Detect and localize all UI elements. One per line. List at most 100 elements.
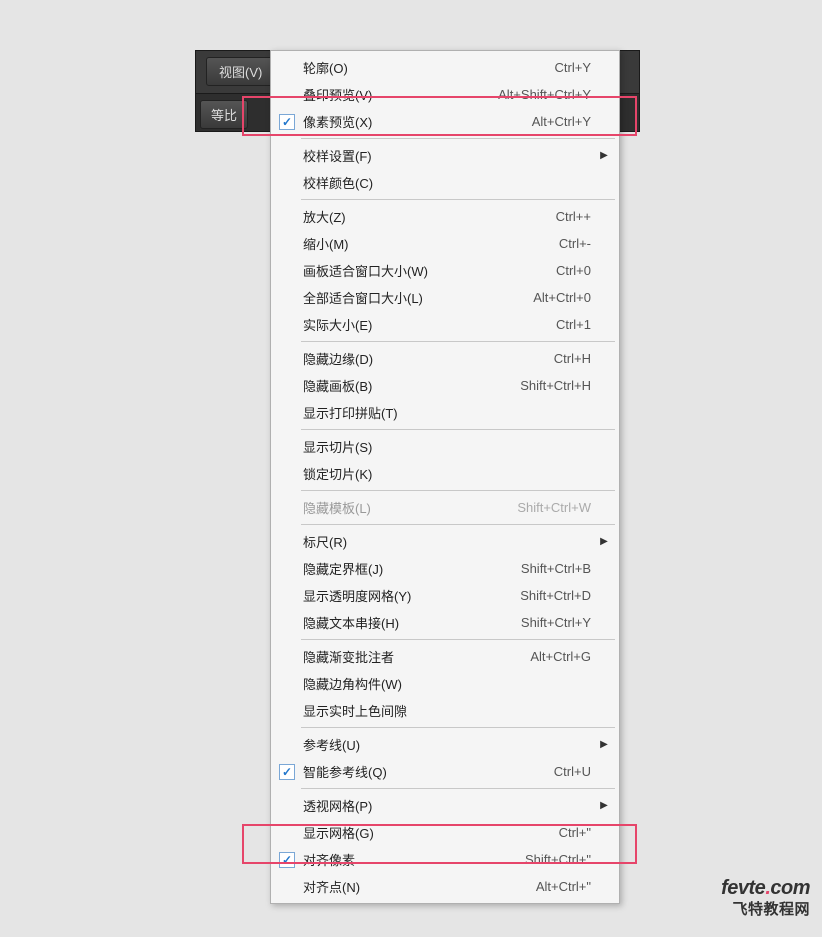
submenu-arrow-icon: ▶ xyxy=(597,739,611,750)
menu-item-label: 校样设置(F) xyxy=(301,146,591,165)
check-column: ✓ xyxy=(273,852,301,868)
menu-item[interactable]: 参考线(U) ▶ xyxy=(273,731,617,758)
view-menu-button[interactable]: 视图(V) xyxy=(206,57,275,86)
menu-item-label: 校样颜色(C) xyxy=(301,173,591,192)
menu-item-shortcut: Ctrl+0 xyxy=(556,263,597,278)
menu-item[interactable]: 轮廓(O)Ctrl+Y xyxy=(273,54,617,81)
menu-item-shortcut: Alt+Ctrl+Y xyxy=(532,114,597,129)
menu-item-shortcut: Ctrl+Y xyxy=(555,60,597,75)
menu-item-label: 智能参考线(Q) xyxy=(301,762,554,781)
menu-item-label: 隐藏定界框(J) xyxy=(301,559,521,578)
menu-item-label: 隐藏画板(B) xyxy=(301,376,520,395)
menu-item[interactable]: 全部适合窗口大小(L)Alt+Ctrl+0 xyxy=(273,284,617,311)
submenu-arrow-icon: ▶ xyxy=(597,536,611,547)
menu-item[interactable]: 隐藏文本串接(H)Shift+Ctrl+Y xyxy=(273,609,617,636)
menu-item-label: 显示切片(S) xyxy=(301,437,591,456)
menu-item-label: 显示实时上色间隙 xyxy=(301,701,591,720)
menu-item-label: 显示网格(G) xyxy=(301,823,559,842)
menu-item[interactable]: 隐藏边角构件(W) xyxy=(273,670,617,697)
menu-item[interactable]: 放大(Z)Ctrl++ xyxy=(273,203,617,230)
menu-item-label: 对齐像素 xyxy=(301,850,525,869)
menu-item[interactable]: 画板适合窗口大小(W)Ctrl+0 xyxy=(273,257,617,284)
menu-item-shortcut: Ctrl+" xyxy=(559,825,597,840)
menu-item-label: 对齐点(N) xyxy=(301,877,536,896)
menu-item-shortcut: Ctrl+1 xyxy=(556,317,597,332)
menu-separator xyxy=(301,524,615,525)
menu-item-label: 参考线(U) xyxy=(301,735,591,754)
menu-item-label: 透视网格(P) xyxy=(301,796,591,815)
menu-item[interactable]: 显示网格(G)Ctrl+" xyxy=(273,819,617,846)
checkmark-icon: ✓ xyxy=(279,114,295,130)
menu-separator xyxy=(301,490,615,491)
menu-item-shortcut: Alt+Ctrl+" xyxy=(536,879,597,894)
view-dropdown-menu: 轮廓(O)Ctrl+Y叠印预览(V)Alt+Shift+Ctrl+Y✓像素预览(… xyxy=(270,50,620,904)
menu-item-label: 轮廓(O) xyxy=(301,58,555,77)
menu-item[interactable]: 透视网格(P) ▶ xyxy=(273,792,617,819)
menu-item[interactable]: 隐藏边缘(D)Ctrl+H xyxy=(273,345,617,372)
menu-item[interactable]: 叠印预览(V)Alt+Shift+Ctrl+Y xyxy=(273,81,617,108)
menu-item-label: 缩小(M) xyxy=(301,234,559,253)
ratio-button[interactable]: 等比 xyxy=(200,100,248,129)
menu-item-label: 标尺(R) xyxy=(301,532,591,551)
menu-item[interactable]: ✓ 对齐像素Shift+Ctrl+" xyxy=(273,846,617,873)
menu-item-shortcut: Shift+Ctrl+B xyxy=(521,561,597,576)
menu-item: 隐藏模板(L)Shift+Ctrl+W xyxy=(273,494,617,521)
menu-item-label: 像素预览(X) xyxy=(301,112,532,131)
checkmark-icon: ✓ xyxy=(279,852,295,868)
menu-item[interactable]: 校样设置(F) ▶ xyxy=(273,142,617,169)
menu-item-shortcut: Alt+Ctrl+0 xyxy=(533,290,597,305)
menu-item[interactable]: 显示透明度网格(Y)Shift+Ctrl+D xyxy=(273,582,617,609)
checkmark-icon: ✓ xyxy=(279,764,295,780)
menu-item[interactable]: 缩小(M)Ctrl+- xyxy=(273,230,617,257)
submenu-arrow-icon: ▶ xyxy=(597,150,611,161)
menu-item-label: 隐藏渐变批注者 xyxy=(301,647,530,666)
menu-item-label: 锁定切片(K) xyxy=(301,464,591,483)
menu-item-shortcut: Shift+Ctrl+Y xyxy=(521,615,597,630)
menu-item-label: 隐藏文本串接(H) xyxy=(301,613,521,632)
menu-item-label: 隐藏边角构件(W) xyxy=(301,674,591,693)
menu-item-label: 显示透明度网格(Y) xyxy=(301,586,520,605)
menu-item-shortcut: Ctrl+- xyxy=(559,236,597,251)
watermark-text: 飞特教程网 xyxy=(721,898,810,919)
menu-item-shortcut: Ctrl+H xyxy=(554,351,597,366)
menu-item-label: 隐藏模板(L) xyxy=(301,498,517,517)
menu-item[interactable]: 显示切片(S) xyxy=(273,433,617,460)
menu-item-shortcut: Shift+Ctrl+W xyxy=(517,500,597,515)
menu-item[interactable]: 隐藏定界框(J)Shift+Ctrl+B xyxy=(273,555,617,582)
menu-item[interactable]: 校样颜色(C) xyxy=(273,169,617,196)
menu-item[interactable]: 显示实时上色间隙 xyxy=(273,697,617,724)
menu-item[interactable]: ✓ 智能参考线(Q)Ctrl+U xyxy=(273,758,617,785)
menu-item-label: 全部适合窗口大小(L) xyxy=(301,288,533,307)
menu-item[interactable]: 显示打印拼贴(T) xyxy=(273,399,617,426)
watermark: fevte.com 飞特教程网 xyxy=(721,877,810,919)
menu-item-label: 画板适合窗口大小(W) xyxy=(301,261,556,280)
check-column: ✓ xyxy=(273,114,301,130)
menu-separator xyxy=(301,639,615,640)
menu-item-shortcut: Ctrl+U xyxy=(554,764,597,779)
menu-separator xyxy=(301,429,615,430)
menu-item[interactable]: 标尺(R) ▶ xyxy=(273,528,617,555)
menu-item[interactable]: ✓ 像素预览(X)Alt+Ctrl+Y xyxy=(273,108,617,135)
menu-item-label: 隐藏边缘(D) xyxy=(301,349,554,368)
menu-item-label: 放大(Z) xyxy=(301,207,556,226)
menu-item[interactable]: 隐藏渐变批注者Alt+Ctrl+G xyxy=(273,643,617,670)
menu-separator xyxy=(301,788,615,789)
menu-item[interactable]: 对齐点(N)Alt+Ctrl+" xyxy=(273,873,617,900)
menu-item-shortcut: Shift+Ctrl+H xyxy=(520,378,597,393)
menu-item-shortcut: Shift+Ctrl+D xyxy=(520,588,597,603)
menu-separator xyxy=(301,727,615,728)
menu-item-label: 叠印预览(V) xyxy=(301,85,498,104)
menu-item[interactable]: 锁定切片(K) xyxy=(273,460,617,487)
menu-item-label: 实际大小(E) xyxy=(301,315,556,334)
check-column: ✓ xyxy=(273,764,301,780)
menu-separator xyxy=(301,341,615,342)
menu-item-shortcut: Alt+Ctrl+G xyxy=(530,649,597,664)
watermark-url: fevte.com xyxy=(721,877,810,900)
menu-item[interactable]: 隐藏画板(B)Shift+Ctrl+H xyxy=(273,372,617,399)
menu-item-shortcut: Alt+Shift+Ctrl+Y xyxy=(498,87,597,102)
menu-item-shortcut: Ctrl++ xyxy=(556,209,597,224)
menu-item-label: 显示打印拼贴(T) xyxy=(301,403,591,422)
menu-item[interactable]: 实际大小(E)Ctrl+1 xyxy=(273,311,617,338)
menu-item-shortcut: Shift+Ctrl+" xyxy=(525,852,597,867)
submenu-arrow-icon: ▶ xyxy=(597,800,611,811)
